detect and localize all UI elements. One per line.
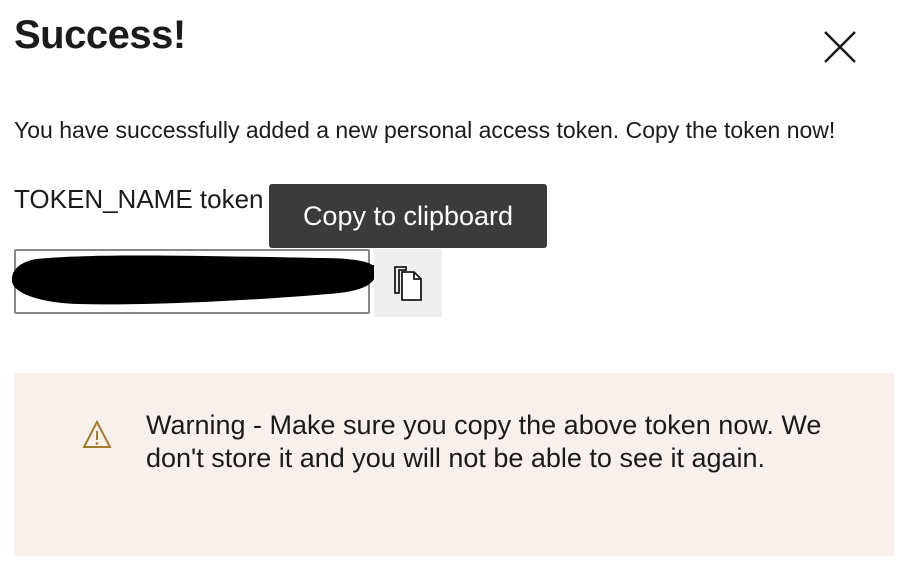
success-dialog: Success! You have successfully added a n… bbox=[0, 0, 918, 574]
redaction-scribble bbox=[11, 255, 380, 305]
close-button[interactable] bbox=[818, 25, 862, 69]
copy-to-clipboard-button[interactable] bbox=[374, 249, 442, 317]
success-message: You have successfully added a new person… bbox=[14, 117, 836, 143]
copy-tooltip: Copy to clipboard bbox=[269, 184, 547, 248]
token-name-label: TOKEN_NAME token bbox=[14, 184, 264, 214]
close-icon bbox=[824, 31, 856, 63]
copy-icon bbox=[394, 266, 422, 301]
dialog-title: Success! bbox=[14, 13, 186, 57]
warning-icon bbox=[82, 420, 112, 448]
warning-banner: Warning - Make sure you copy the above t… bbox=[14, 373, 894, 556]
warning-message: Warning - Make sure you copy the above t… bbox=[146, 410, 822, 473]
